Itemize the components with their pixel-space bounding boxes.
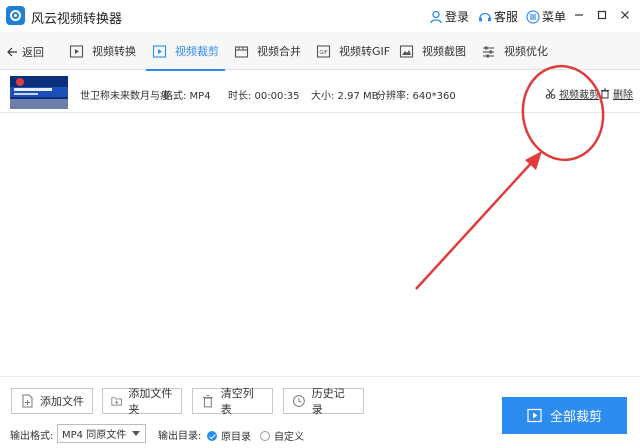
video-crop-label: 视频裁剪 [559,90,599,101]
tab-video-to-gif[interactable]: GIF 视频转GIF [316,32,390,70]
menu-icon [526,9,540,24]
play-box-icon [527,408,542,423]
radio-original-label: 原目录 [221,432,251,443]
tab-video-merge[interactable]: 视频合并 [234,32,301,70]
annotation-arrow [415,159,535,290]
crop-all-label: 全部裁剪 [549,410,602,425]
output-format-value: MP4 同原文件 [62,430,127,441]
bottom-bar: 添加文件 添加文件夹 清空列表 历史记录 输出格式: MP4 同原文件 输出目录… [0,376,640,448]
add-folder-icon [111,397,122,406]
app-title: 风云视频转换器 [31,12,123,27]
trash-icon [601,88,609,99]
clear-list-label: 清空列表 [220,387,254,416]
add-file-button[interactable]: 添加文件 [11,388,93,414]
crop-all-button[interactable]: 全部裁剪 [502,397,627,434]
tab-video-convert[interactable]: 视频转换 [69,32,136,70]
trash-icon [202,395,213,408]
delete-link[interactable]: 删除 [600,86,633,101]
login-label: 登录 [445,10,470,24]
login-button[interactable]: 登录 [429,8,469,25]
history-button[interactable]: 历史记录 [283,387,364,416]
scissors-icon [545,88,556,99]
tab-video-crop[interactable]: 视频裁剪 [146,32,225,71]
service-button[interactable]: 客服 [478,8,518,25]
back-arrow-icon [7,47,17,57]
output-dir-label: 输出目录: [158,431,202,442]
screenshot-icon [399,44,414,58]
chevron-down-icon [132,431,140,436]
back-button[interactable]: 返回 [6,44,44,60]
user-icon [430,10,442,23]
tab-label: 视频优化 [504,45,548,58]
tab-label: 视频转换 [92,45,136,58]
video-merge-icon [234,45,249,58]
tab-label: 视频转GIF [339,45,391,58]
maximize-icon [597,10,607,20]
minimize-icon [575,14,583,16]
add-folder-label: 添加文件夹 [128,387,173,416]
radio-custom-label: 自定义 [274,432,304,443]
menu-label: 菜单 [542,10,567,24]
tab-video-optimize[interactable]: 视频优化 [481,32,548,70]
file-resolution: 分辨率: 640*360 [376,91,456,102]
back-label: 返回 [22,46,44,59]
file-size: 大小: 2.97 MB [311,91,379,102]
title-bar: 风云视频转换器 登录 客服 菜单 [0,0,640,32]
app-logo-icon [6,6,25,25]
menu-button[interactable]: 菜单 [526,8,566,25]
add-file-label: 添加文件 [40,395,84,408]
video-thumbnail [10,76,68,109]
service-label: 客服 [494,10,519,24]
video-convert-icon [69,44,84,58]
svg-text:GIF: GIF [319,50,327,56]
radio-checked-icon [207,430,217,441]
optimize-icon [483,46,494,57]
annotation-arrowhead [525,151,542,170]
file-list-row[interactable]: 世卫称未来数月与疫... 格式: MP4 时长: 00:00:35 大小: 2.… [0,71,640,113]
gif-icon: GIF [316,44,331,58]
close-button[interactable] [616,6,634,24]
output-format-select[interactable]: MP4 同原文件 [57,424,146,443]
minimize-button[interactable] [570,6,588,24]
video-crop-icon [152,44,167,58]
radio-custom-dir[interactable]: 自定义 [260,428,304,443]
radio-original-dir[interactable]: 原目录 [207,428,251,443]
file-duration: 时长: 00:00:35 [228,91,300,102]
clear-list-button[interactable]: 清空列表 [192,387,273,416]
tab-label: 视频裁剪 [175,45,219,58]
add-folder-button[interactable]: 添加文件夹 [102,387,182,416]
history-label: 历史记录 [311,387,345,416]
delete-label: 删除 [613,90,633,101]
headset-icon [479,12,491,21]
maximize-button[interactable] [593,6,611,24]
tab-label: 视频合并 [257,45,301,58]
file-format: 格式: MP4 [163,91,211,102]
feature-toolbar: 返回 视频转换 视频裁剪 视频合并 GIF 视频转GIF 视频截图 视频优化 [0,32,640,71]
tab-label: 视频截图 [422,45,466,58]
tab-video-screenshot[interactable]: 视频截图 [399,32,466,70]
clock-icon [292,395,305,407]
video-crop-link[interactable]: 视频裁剪 [545,86,599,101]
close-icon [621,11,629,19]
add-file-icon [22,394,33,408]
output-format-label: 输出格式: [10,431,54,442]
radio-unchecked-icon [260,430,270,441]
